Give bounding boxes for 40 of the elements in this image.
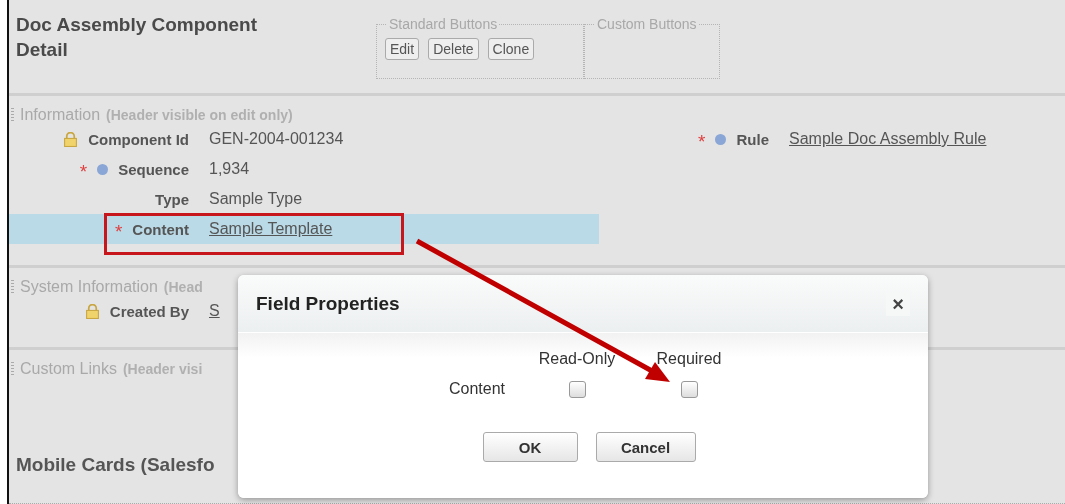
field-label: Component Id: [88, 130, 189, 148]
action-button[interactable]: Delete: [428, 38, 479, 60]
action-button[interactable]: Edit: [385, 38, 420, 60]
field-link[interactable]: S: [209, 302, 220, 320]
drag-handle-icon[interactable]: [11, 361, 14, 377]
field-label: Rule: [736, 130, 769, 148]
column-header: Read-Only: [537, 350, 617, 368]
action-button[interactable]: Clone: [487, 38, 535, 60]
required-mark: *: [114, 219, 123, 239]
required-mark: *: [79, 159, 88, 179]
row-label: Content: [447, 380, 505, 398]
field-value: Sample Type: [209, 190, 303, 208]
lock-icon: [63, 131, 79, 147]
group-legend: Standard Buttons: [387, 16, 500, 32]
field-value: GEN-2004-001234: [209, 130, 344, 148]
required-mark: *: [698, 129, 706, 149]
dot-icon: [715, 133, 727, 145]
dialog-title: Field Properties: [256, 292, 400, 315]
drag-handle-icon[interactable]: [11, 279, 14, 295]
field-label: Created By: [109, 302, 189, 320]
section-title: Information: [20, 106, 101, 124]
section-title: Custom Links: [20, 360, 117, 378]
dialog-button[interactable]: OK: [482, 432, 578, 462]
dot-icon: [97, 163, 109, 175]
section-title: System Information: [20, 278, 158, 296]
column-header: Required: [655, 350, 723, 368]
drag-handle-icon[interactable]: [11, 107, 14, 123]
section-heading: Mobile Cards (Salesfo: [16, 454, 216, 476]
field-label: Type: [155, 190, 189, 208]
checkbox[interactable]: [568, 380, 586, 398]
field-link[interactable]: Sample Doc Assembly Rule: [789, 130, 987, 148]
dialog-button[interactable]: Cancel: [595, 432, 696, 462]
group-legend: Custom Buttons: [595, 16, 699, 32]
field-label: Content: [132, 220, 189, 238]
page-title: Doc Assembly Component Detail: [16, 13, 259, 62]
checkbox[interactable]: [680, 380, 698, 398]
field-label: Sequence: [118, 160, 189, 178]
lock-icon: [84, 303, 100, 319]
field-value: 1,934: [209, 160, 250, 178]
field-link[interactable]: Sample Template: [209, 220, 333, 238]
